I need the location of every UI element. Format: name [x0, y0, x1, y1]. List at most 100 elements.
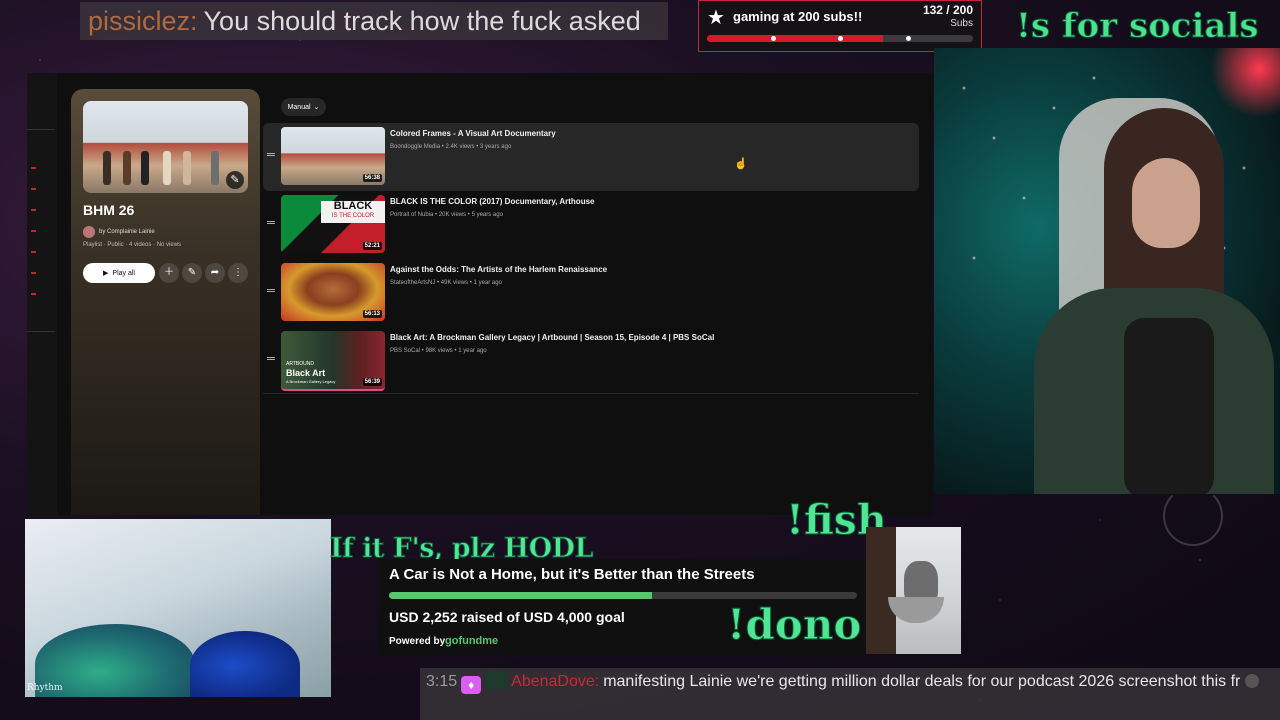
left-sidebar-edge [27, 73, 57, 515]
cat-camera [866, 527, 961, 654]
drag-handle-icon[interactable]: ═ [267, 150, 275, 161]
peacock-video: Rhythm [25, 519, 331, 697]
figure [103, 151, 111, 185]
goal-progress-fill [707, 35, 883, 42]
video-thumbnail[interactable]: 56:13 [281, 263, 385, 321]
sub-goal-widget: ★ gaming at 200 subs!! 132 / 200 Subs [698, 0, 982, 52]
play-all-button[interactable]: ▶ Play all [83, 263, 155, 283]
playlist-video-row[interactable]: ═ 56:38 Colored Frames - A Visual Art Do… [263, 123, 919, 191]
video-meta: Boondoggle Media • 2.4K views • 3 years … [390, 144, 512, 150]
playlist-title: BHM 26 [83, 202, 135, 218]
streamer-shirt [1124, 318, 1214, 494]
figure [163, 151, 171, 185]
thumb-title-card: BLACK IS THE COLOR [321, 201, 385, 223]
chat-username: pissiclez: [88, 5, 198, 36]
figure [123, 151, 131, 185]
sidebar-item[interactable] [31, 293, 36, 295]
video-title[interactable]: Black Art: A Brockman Gallery Legacy | A… [390, 333, 714, 342]
figure [141, 151, 149, 185]
list-divider [263, 393, 919, 394]
bowl [888, 597, 944, 623]
video-watermark: Rhythm [27, 683, 63, 693]
dono-command-text: !dono [726, 600, 862, 650]
divider [27, 129, 55, 130]
sidebar-item[interactable] [31, 272, 36, 274]
loading-spinner-icon [1163, 486, 1223, 546]
sidebar-item[interactable] [31, 188, 36, 190]
playlist-video-row[interactable]: ═ 56:13 Against the Odds: The Artists of… [263, 259, 919, 327]
sidebar-item[interactable] [31, 167, 36, 169]
play-all-label: Play all [112, 269, 135, 277]
gofundme-logo: gofundme [445, 635, 499, 647]
fundraiser-progress-bar [389, 592, 857, 599]
fundraiser-title: A Car is Not a Home, but it's Better tha… [389, 566, 755, 583]
emote-icon [485, 671, 508, 689]
fundraiser-raised: USD 2,252 raised of USD 4,000 goal [389, 609, 625, 625]
owner-name: by Complainie Lainie [99, 229, 155, 235]
goal-unit: Subs [950, 18, 973, 29]
red-light [1210, 48, 1280, 118]
video-meta: StateoftheArtsNJ • 49K views • 1 year ag… [390, 280, 502, 286]
chat-timestamp: 3:15 [426, 673, 458, 690]
video-title[interactable]: Colored Frames - A Visual Art Documentar… [390, 129, 556, 138]
chat-text: You should track how the fuck asked [203, 5, 641, 36]
sort-label: Manual [287, 103, 311, 111]
thumb-series: ARTBOUND [286, 361, 314, 367]
chat-username: AbenaDove: [511, 673, 600, 690]
chevron-down-icon: ⌄ [313, 104, 320, 111]
streamer-face [1132, 158, 1200, 248]
edit-icon[interactable]: ✎ [182, 263, 202, 283]
goal-marker [838, 36, 843, 41]
video-meta: Portrait of Nubia • 20K views • 5 years … [390, 212, 503, 218]
video-thumbnail[interactable]: 56:38 [281, 127, 385, 185]
add-icon[interactable]: ＋ [159, 263, 179, 283]
video-title[interactable]: Against the Odds: The Artists of the Har… [390, 265, 607, 274]
chat-message-top: pissiclez: You should track how the fuck… [80, 2, 668, 40]
webcam-feed [934, 48, 1280, 494]
pencil-icon[interactable]: ✎ [226, 171, 244, 189]
goal-marker [771, 36, 776, 41]
chat-text: manifesting Lainie we're getting million… [603, 673, 1241, 690]
youtube-playlist-window: ✎ BHM 26 by Complainie Lainie Playlist ·… [27, 73, 933, 515]
video-thumbnail[interactable]: ARTBOUND Black Art A Brockman Gallery Le… [281, 331, 385, 391]
divider [27, 331, 55, 332]
sidebar-item[interactable] [31, 209, 36, 211]
more-options-icon[interactable]: ⋮ [228, 263, 248, 283]
drag-handle-icon[interactable]: ═ [267, 218, 275, 229]
figure [211, 151, 219, 185]
avatar [83, 226, 95, 238]
mouse-cursor-icon: ☝ [734, 158, 748, 170]
video-thumbnail[interactable]: BLACK IS THE COLOR 52:21 [281, 195, 385, 253]
chat-message-bottom: 3:15 ♦ AbenaDove: manifesting Lainie we're … [420, 668, 1280, 720]
playlist-video-row[interactable]: ═ ARTBOUND Black Art A Brockman Gallery … [263, 327, 919, 395]
thumb-subtitle: A Brockman Gallery Legacy [286, 379, 336, 384]
video-meta: PBS SoCal • 98K views • 1 year ago [390, 348, 487, 354]
playlist-header-card: ✎ BHM 26 by Complainie Lainie Playlist ·… [71, 89, 260, 515]
figure [183, 151, 191, 185]
playlist-thumbnail[interactable]: ✎ [83, 101, 248, 193]
drag-handle-icon[interactable]: ═ [267, 286, 275, 297]
emote-icon [1244, 674, 1259, 688]
video-duration: 56:13 [362, 310, 382, 318]
playlist-owner[interactable]: by Complainie Lainie [83, 226, 155, 238]
playlist-video-row[interactable]: ═ BLACK IS THE COLOR 52:21 BLACK IS THE … [263, 191, 919, 259]
star-icon: ★ [707, 7, 725, 29]
powered-by-label: Powered by [389, 636, 446, 647]
share-icon[interactable]: ➦ [205, 263, 225, 283]
sort-dropdown[interactable]: Manual ⌄ [281, 98, 326, 116]
video-duration: 52:21 [362, 242, 382, 250]
goal-count: 132 / 200 [922, 3, 973, 17]
thumb-title: BLACK [333, 200, 373, 212]
fundraiser-progress-fill [389, 592, 653, 599]
goal-title: gaming at 200 subs!! [733, 9, 863, 24]
drag-handle-icon[interactable]: ═ [267, 354, 275, 365]
appliance [866, 527, 896, 654]
peacock-body [190, 631, 300, 697]
sidebar-item[interactable] [31, 251, 36, 253]
play-icon: ▶ [103, 270, 109, 277]
goal-marker [906, 36, 911, 41]
sidebar-item[interactable] [31, 230, 36, 232]
thumb-title-card: ARTBOUND Black Art A Brockman Gallery Le… [286, 361, 335, 385]
video-duration: 56:38 [362, 174, 382, 182]
video-title[interactable]: BLACK IS THE COLOR (2017) Documentary, A… [390, 197, 594, 206]
